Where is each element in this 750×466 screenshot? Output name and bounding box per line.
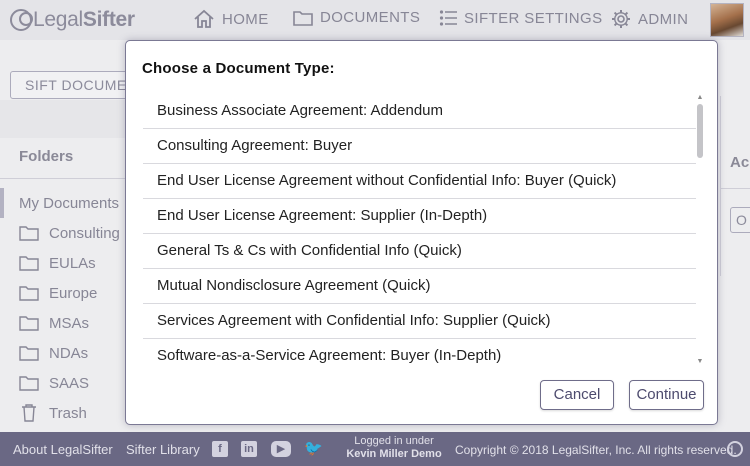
scrollbar-thumb[interactable] [697, 104, 703, 158]
document-type-dialog: Choose a Document Type: Business Associa… [125, 40, 718, 425]
continue-button[interactable]: Continue [629, 380, 704, 410]
document-type-option[interactable]: General Ts & Cs with Confidential Info (… [143, 234, 696, 269]
dialog-title: Choose a Document Type: [142, 60, 335, 77]
scroll-up-icon[interactable]: ▲ [696, 94, 704, 102]
document-type-option[interactable]: Business Associate Agreement: Addendum [143, 94, 696, 129]
list-scrollbar[interactable]: ▲ ▼ [696, 94, 704, 366]
scroll-down-icon[interactable]: ▼ [696, 358, 704, 366]
document-type-option[interactable]: Software-as-a-Service Agreement: Buyer (… [143, 339, 696, 366]
document-type-option[interactable]: End User License Agreement without Confi… [143, 164, 696, 199]
document-type-option[interactable]: Services Agreement with Confidential Inf… [143, 304, 696, 339]
cancel-button[interactable]: Cancel [540, 380, 614, 410]
document-type-option[interactable]: Consulting Agreement: Buyer [143, 129, 696, 164]
document-type-list[interactable]: Business Associate Agreement: Addendum C… [143, 94, 696, 366]
document-type-option[interactable]: End User License Agreement: Supplier (In… [143, 199, 696, 234]
document-type-option[interactable]: Mutual Nondisclosure Agreement (Quick) [143, 269, 696, 304]
